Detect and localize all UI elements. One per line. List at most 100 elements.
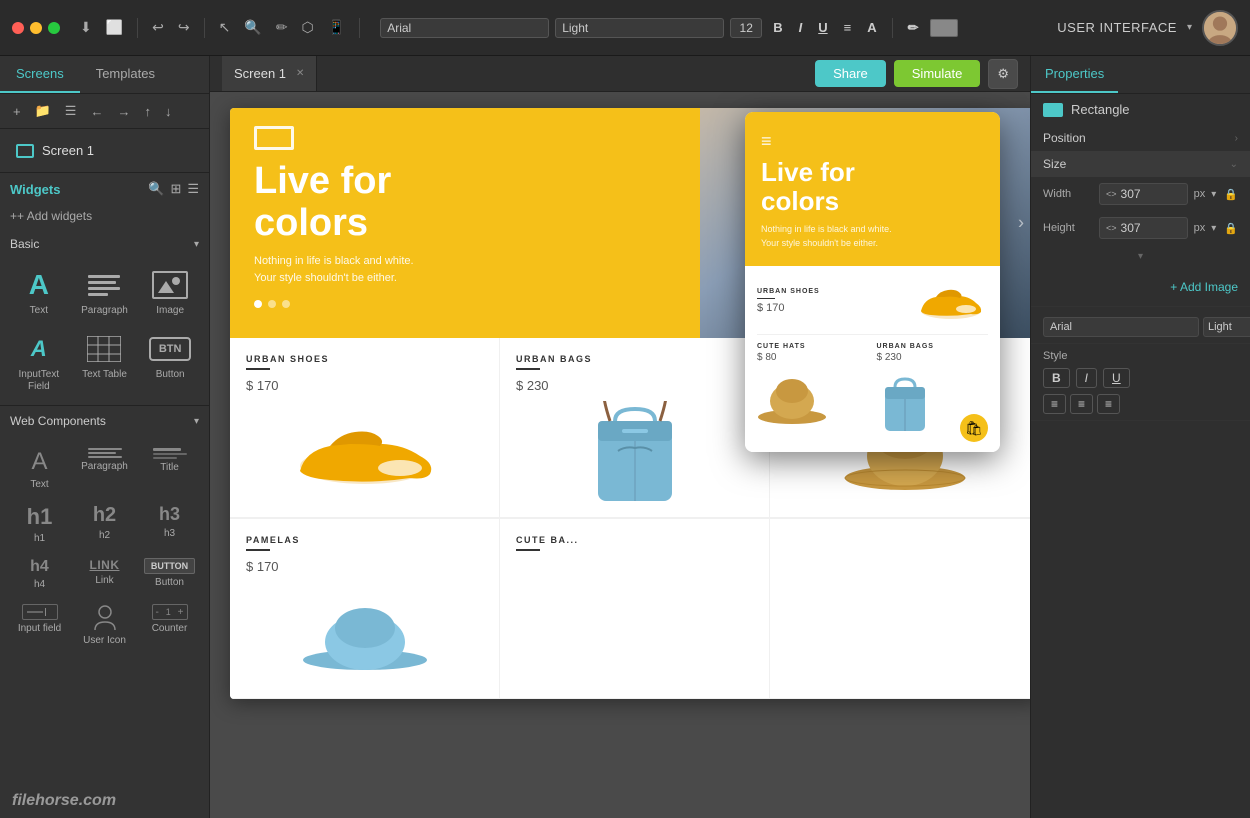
list-icon[interactable]: ☰ — [60, 100, 82, 122]
wc-h4[interactable]: h4 h4 — [8, 550, 71, 594]
width-dropdown-icon[interactable]: ▾ — [1211, 189, 1216, 200]
share-button[interactable]: Share — [815, 60, 886, 87]
wc-title-icon — [153, 448, 187, 459]
italic-style-btn[interactable]: I — [1076, 368, 1097, 388]
cute-bags-divider — [516, 549, 540, 551]
web-components-header[interactable]: Web Components ▾ — [0, 405, 209, 436]
mobile-shoes-category: URBAN SHOES — [757, 288, 905, 295]
hero-next-arrow[interactable]: › — [1018, 213, 1024, 234]
font-weight-input[interactable]: Light — [555, 18, 724, 38]
tab-templates[interactable]: Templates — [80, 56, 171, 93]
color-swatch[interactable] — [930, 19, 958, 37]
panel-tab-properties[interactable]: Properties — [1031, 56, 1118, 93]
shapes-icon[interactable]: ⬡ — [298, 17, 318, 38]
wc-input-field[interactable]: Input field — [8, 596, 71, 650]
panel-size-row[interactable]: Size ⌄ — [1031, 151, 1250, 177]
basic-section-title: Basic — [10, 237, 194, 251]
add-image-btn[interactable]: + Add Image — [1170, 280, 1238, 294]
widget-paragraph[interactable]: Paragraph — [74, 261, 136, 321]
basic-section-header[interactable]: Basic ▾ — [0, 231, 209, 257]
list-view-icon[interactable]: ☰ — [187, 181, 199, 197]
sort-up-icon[interactable]: ↑ — [139, 101, 156, 122]
pencil-btn[interactable]: ✏ — [903, 18, 924, 38]
maximize-button[interactable] — [48, 22, 60, 34]
widget-text[interactable]: A Text — [8, 261, 70, 321]
wc-title[interactable]: Title — [138, 440, 201, 494]
nav-left-icon[interactable]: ← — [85, 101, 108, 122]
mobile-hero-title: Live for colors — [761, 158, 984, 215]
separator3 — [359, 18, 360, 38]
widget-image[interactable]: Image — [139, 261, 201, 321]
content-tab-screen1[interactable]: Screen 1 ✕ — [222, 56, 317, 91]
wc-h2[interactable]: h2 h2 — [73, 496, 136, 548]
mobile-cart-button[interactable]: 🛍 — [960, 414, 988, 442]
add-screen-btn[interactable]: + — [8, 101, 26, 122]
search-icon[interactable]: 🔍 — [240, 17, 265, 38]
widget-input-text[interactable]: A InputText Field — [8, 325, 70, 397]
font-family-input[interactable]: Arial — [380, 18, 549, 38]
wc-h4-icon: h4 — [30, 558, 49, 576]
align-toolbar-btn[interactable]: ≡ — [839, 18, 857, 37]
separator2 — [204, 18, 205, 38]
wc-paragraph[interactable]: Paragraph — [73, 440, 136, 494]
wc-text[interactable]: A Text — [8, 440, 71, 494]
user-chevron[interactable]: ▾ — [1187, 22, 1192, 33]
wc-button[interactable]: BUTTON Button — [138, 550, 201, 594]
search-widgets-icon[interactable]: 🔍 — [148, 181, 164, 197]
underline-style-btn[interactable]: U — [1103, 368, 1130, 388]
widget-button[interactable]: BTN Button — [139, 325, 201, 397]
height-lock-icon[interactable]: 🔒 — [1224, 222, 1238, 235]
pen-icon[interactable]: ✏ — [272, 17, 292, 38]
wc-counter[interactable]: - 1 + Counter — [138, 596, 201, 650]
right-panel: Properties Rectangle Position › Size ⌄ W… — [1030, 56, 1250, 818]
height-input[interactable]: 307 — [1121, 221, 1161, 235]
mobile-shoes-divider — [757, 298, 775, 299]
cursor-icon[interactable]: ↖ — [215, 17, 235, 38]
wc-title-line2 — [153, 453, 187, 455]
simulate-button[interactable]: Simulate — [894, 60, 981, 87]
hero-logo — [254, 126, 294, 150]
align-center-btn[interactable]: ≡ — [1070, 394, 1093, 414]
panel-expand-icon[interactable]: ▾ — [1138, 251, 1143, 262]
download-icon[interactable]: ⬇ — [76, 17, 96, 38]
close-button[interactable] — [12, 22, 24, 34]
tab-screens[interactable]: Screens — [0, 56, 80, 93]
minimize-button[interactable] — [30, 22, 42, 34]
window-icon[interactable]: ⬜ — [102, 17, 127, 38]
align-right-btn[interactable]: ≡ — [1097, 394, 1120, 414]
sort-down-icon[interactable]: ↓ — [160, 101, 177, 122]
font-name-input[interactable] — [1043, 317, 1199, 337]
bags-image — [516, 401, 753, 501]
align-left-btn[interactable]: ≡ — [1043, 394, 1066, 414]
back-icon[interactable]: ↩ — [148, 17, 168, 38]
panel-position-row[interactable]: Position › — [1031, 125, 1250, 151]
height-dropdown-icon[interactable]: ▾ — [1211, 223, 1216, 234]
hero-title-line2: colors — [254, 202, 368, 244]
widget-text-table[interactable]: Text Table — [74, 325, 136, 397]
font-size-input[interactable]: 12 — [730, 18, 762, 38]
settings-button[interactable]: ⚙ — [988, 59, 1018, 89]
bold-style-btn[interactable]: B — [1043, 368, 1070, 388]
wc-user-icon[interactable]: User Icon — [73, 596, 136, 650]
screen-item-1[interactable]: Screen 1 — [8, 137, 201, 164]
italic-toolbar-btn[interactable]: I — [794, 18, 808, 37]
dot-1 — [254, 300, 262, 308]
underline-toolbar-btn[interactable]: U — [813, 18, 832, 37]
tab-close-icon[interactable]: ✕ — [296, 68, 304, 79]
width-input[interactable]: 307 — [1121, 187, 1161, 201]
font-weight-panel-input[interactable] — [1203, 317, 1250, 337]
wc-link[interactable]: LINK Link — [73, 550, 136, 594]
avatar[interactable] — [1202, 10, 1238, 46]
add-widgets-btn[interactable]: + + Add widgets — [0, 205, 209, 231]
wc-h1[interactable]: h1 h1 — [8, 496, 71, 548]
width-lock-icon[interactable]: 🔒 — [1224, 188, 1238, 201]
forward-icon[interactable]: ↪ — [174, 17, 194, 38]
mobile-icon[interactable]: 📱 — [324, 17, 349, 38]
text-style-btn[interactable]: A — [862, 18, 881, 37]
nav-right-icon[interactable]: → — [112, 101, 135, 122]
bold-toolbar-btn[interactable]: B — [768, 18, 787, 37]
grid-view-icon[interactable]: ⊞ — [170, 181, 181, 197]
wc-h3[interactable]: h3 h3 — [138, 496, 201, 548]
panel-tabs: Properties — [1031, 56, 1250, 94]
folder-icon[interactable]: 📁 — [30, 100, 56, 122]
